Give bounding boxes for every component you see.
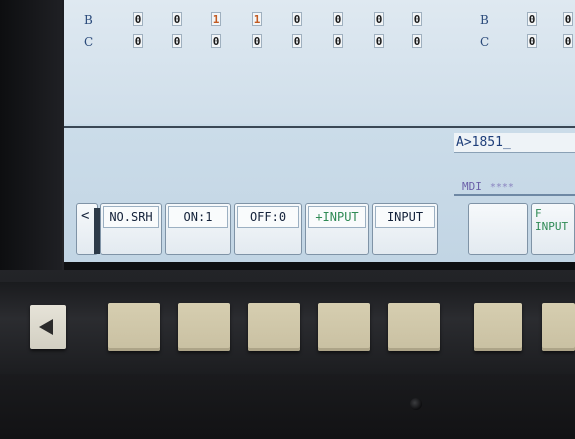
bit-cell[interactable]: 0 — [133, 34, 143, 48]
softkey-blank[interactable] — [468, 203, 528, 255]
hardware-softkey[interactable] — [108, 303, 160, 351]
bit-cell[interactable]: 0 — [333, 34, 343, 48]
bit-cell[interactable]: 0 — [412, 34, 422, 48]
softkey-label: NO.SRH — [103, 206, 159, 228]
cnc-screen: B 0 0 1 1 0 0 0 0 B 0 0 C 0 0 0 0 0 0 0 … — [64, 0, 575, 262]
parameter-panel: B 0 0 1 1 0 0 0 0 B 0 0 C 0 0 0 0 0 0 0 … — [64, 0, 575, 124]
mode-indicator: **** — [489, 182, 514, 193]
softkey-plus-input[interactable]: +INPUT — [305, 203, 369, 255]
softkey-label-line2: INPUT — [535, 220, 569, 233]
bit-cell[interactable]: 1 — [252, 12, 262, 26]
bit-cell[interactable]: 0 — [412, 12, 422, 26]
softkey-on-1[interactable]: ON:1 — [165, 203, 231, 255]
softkey-label-line1: F — [535, 207, 542, 220]
screw — [410, 398, 422, 410]
softkey-label — [471, 206, 525, 228]
bit-cell[interactable]: 0 — [133, 12, 143, 26]
row-label-c: C — [84, 35, 94, 49]
softkey-prev-label: < — [81, 208, 90, 224]
bit-cell[interactable]: 1 — [211, 12, 221, 26]
hardware-softkey[interactable] — [318, 303, 370, 351]
key-input-buffer[interactable]: A>1851_ — [454, 133, 575, 153]
bit-cell[interactable]: 0 — [211, 34, 221, 48]
softkey-f-input[interactable]: F INPUT — [531, 203, 575, 255]
bit-cell[interactable]: 0 — [252, 34, 262, 48]
hardware-softkey[interactable] — [178, 303, 230, 351]
left-arrow-icon — [39, 319, 53, 335]
mode-status: MDI **** — [454, 178, 575, 196]
softkey-label: INPUT — [375, 206, 435, 228]
softkey-off-0[interactable]: OFF:0 — [234, 203, 302, 255]
bit-cell[interactable]: 0 — [527, 12, 537, 26]
softkey-label: ON:1 — [168, 206, 228, 228]
bit-cell[interactable]: 0 — [292, 34, 302, 48]
row-label-c-right: C — [480, 35, 490, 49]
bit-cell[interactable]: 0 — [333, 12, 343, 26]
softkey-no-srh[interactable]: NO.SRH — [100, 203, 162, 255]
row-label-b-right: B — [480, 13, 489, 27]
hardware-softkey[interactable] — [474, 303, 522, 351]
bit-cell[interactable]: 0 — [527, 34, 537, 48]
bit-cell[interactable]: 0 — [563, 12, 573, 26]
screen-lower-bezel — [64, 262, 575, 270]
bit-cell[interactable]: 0 — [563, 34, 573, 48]
row-label-b: B — [84, 13, 93, 27]
hardware-softkey[interactable] — [248, 303, 300, 351]
bit-cell[interactable]: 0 — [172, 12, 182, 26]
hardware-softkey[interactable] — [388, 303, 440, 351]
softkey-label: F INPUT — [535, 207, 568, 233]
hardware-softkey[interactable] — [542, 303, 575, 351]
softkey-input[interactable]: INPUT — [372, 203, 438, 255]
bezel-left-edge — [0, 0, 62, 270]
bit-cell[interactable]: 0 — [374, 34, 384, 48]
bit-cell[interactable]: 0 — [172, 34, 182, 48]
softkey-label: OFF:0 — [237, 206, 299, 228]
left-arrow-hardkey[interactable] — [30, 305, 66, 349]
softkey-prev-bar — [94, 208, 100, 254]
bit-cell[interactable]: 0 — [292, 12, 302, 26]
bit-cell[interactable]: 0 — [374, 12, 384, 26]
mode-label: MDI — [462, 180, 482, 193]
softkey-label: +INPUT — [308, 206, 366, 228]
